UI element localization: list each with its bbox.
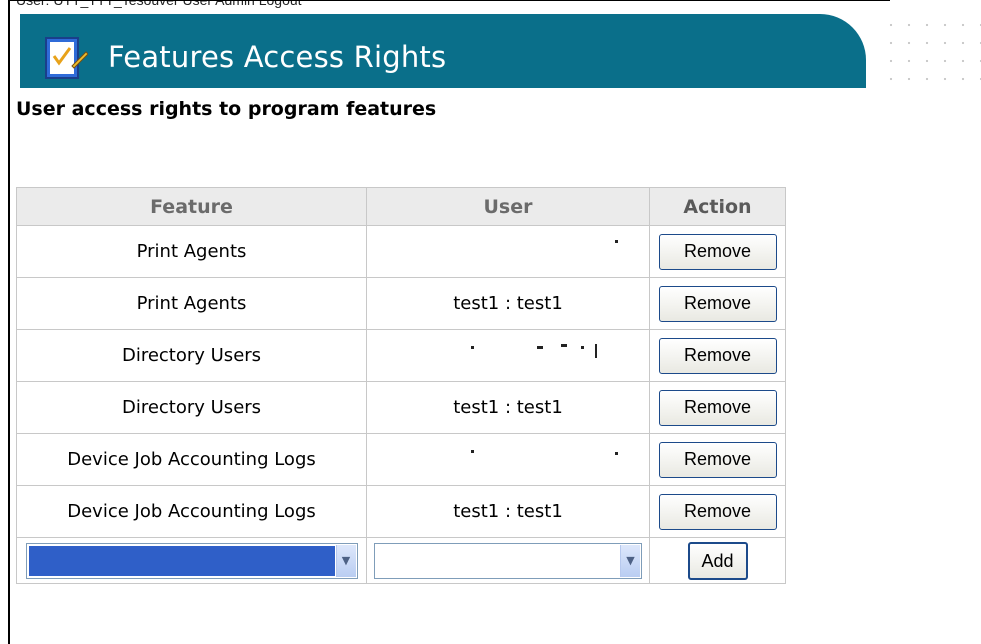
remove-button[interactable]: Remove [658, 285, 777, 322]
user-cell [366, 225, 650, 278]
action-cell: Remove [649, 485, 786, 538]
redacted-mark [581, 346, 584, 349]
redacted-mark [471, 346, 474, 349]
feature-select[interactable]: ▼ [25, 542, 358, 579]
remove-button[interactable]: Remove [658, 493, 777, 530]
user-cell: test1 : test1 [366, 485, 650, 538]
user-select[interactable]: ▼ [374, 542, 642, 579]
redacted-mark [615, 452, 618, 455]
top-nav-text: User: UTT_TTT_Tesouver User Admin Logout [16, 0, 302, 8]
redacted-mark [615, 240, 618, 243]
remove-button[interactable]: Remove [658, 441, 777, 478]
access-rights-table: Feature User Action Print Agents Remove … [16, 187, 786, 584]
table-row: Print Agents Remove [16, 225, 786, 278]
redacted-mark [595, 344, 597, 358]
feature-cell: Device Job Accounting Logs [16, 485, 367, 538]
remove-button[interactable]: Remove [658, 337, 777, 374]
redacted-mark [537, 346, 543, 349]
selected-value [28, 545, 335, 576]
action-cell: Remove [649, 329, 786, 382]
selected-value [377, 545, 619, 576]
header-banner: Features Access Rights [20, 14, 866, 88]
table-row: Directory Users Remove [16, 329, 786, 382]
table-header-row: Feature User Action [16, 187, 786, 226]
column-header-user: User [366, 187, 650, 226]
action-cell: Remove [649, 225, 786, 278]
dot-pattern-decoration [882, 16, 981, 94]
feature-cell: Device Job Accounting Logs [16, 433, 367, 486]
chevron-down-icon[interactable]: ▼ [335, 544, 356, 577]
remove-button[interactable]: Remove [658, 233, 777, 270]
user-select-cell: ▼ [366, 537, 650, 584]
table-row: Directory Users test1 : test1 Remove [16, 381, 786, 434]
redacted-mark [471, 450, 474, 453]
page-subtitle: User access rights to program features [16, 98, 437, 120]
column-header-action: Action [649, 187, 786, 226]
action-cell: Remove [649, 277, 786, 330]
page-title: Features Access Rights [108, 40, 447, 74]
redacted-mark [561, 344, 567, 347]
remove-button[interactable]: Remove [658, 389, 777, 426]
chevron-down-icon[interactable]: ▼ [620, 544, 640, 577]
user-cell [366, 329, 650, 382]
feature-cell: Print Agents [16, 277, 367, 330]
feature-select-cell: ▼ [16, 537, 367, 584]
feature-cell: Directory Users [16, 381, 367, 434]
add-button[interactable]: Add [687, 541, 748, 580]
top-nav-bar-cut: User: UTT_TTT_Tesouver User Admin Logout [10, 0, 890, 8]
page-frame: User: UTT_TTT_Tesouver User Admin Logout… [8, 0, 981, 644]
table-row: Device Job Accounting Logs test1 : test1… [16, 485, 786, 538]
table-row: Print Agents test1 : test1 Remove [16, 277, 786, 330]
action-cell: Remove [649, 433, 786, 486]
checklist-pen-icon [45, 37, 88, 79]
user-cell: test1 : test1 [366, 277, 650, 330]
action-cell: Remove [649, 381, 786, 434]
feature-cell: Print Agents [16, 225, 367, 278]
add-row: ▼ ▼ Add [16, 537, 786, 584]
user-cell: test1 : test1 [366, 381, 650, 434]
table-row: Device Job Accounting Logs Remove [16, 433, 786, 486]
feature-cell: Directory Users [16, 329, 367, 382]
user-cell [366, 433, 650, 486]
add-cell: Add [649, 537, 786, 584]
column-header-feature: Feature [16, 187, 367, 226]
